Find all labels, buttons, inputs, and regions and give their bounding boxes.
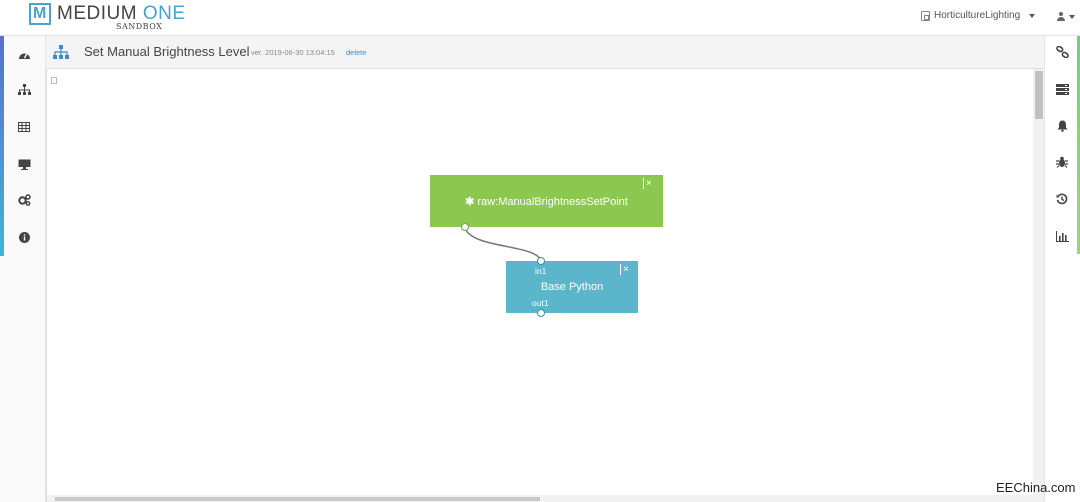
node-label: raw:ManualBrightnessSetPoint xyxy=(477,196,628,208)
logo[interactable]: M MEDIUM ONE SANDBOX xyxy=(29,3,185,31)
sidebar-item-config[interactable] xyxy=(12,188,36,212)
output-port[interactable] xyxy=(461,223,469,231)
logo-word-medium: MEDIUM xyxy=(57,3,138,24)
server-icon xyxy=(1055,83,1069,95)
input-port-label: in1 xyxy=(535,266,547,276)
asterisk-icon: ✱ xyxy=(465,196,475,208)
node-base-python[interactable]: in1 × Base Python out1 xyxy=(506,257,638,317)
node-raw-stream[interactable]: × ✱ raw:ManualBrightnessSetPoint xyxy=(430,175,663,231)
user-menu[interactable] xyxy=(1057,12,1075,21)
sidebar-item-workflows[interactable] xyxy=(12,78,36,102)
desktop-icon xyxy=(18,159,30,170)
bar-chart-icon xyxy=(1055,230,1069,242)
tachometer-icon xyxy=(18,52,30,59)
sidebar-accent xyxy=(0,36,4,256)
sidebar-item-data-viewer[interactable] xyxy=(12,115,36,139)
output-port-label: out1 xyxy=(532,298,549,308)
chevron-down-icon xyxy=(1069,14,1075,19)
node-label: Base Python xyxy=(540,281,604,293)
sidebar-item-alerts[interactable] xyxy=(1050,114,1074,138)
user-icon xyxy=(1057,12,1065,21)
bug-icon xyxy=(1056,156,1068,168)
project-selector[interactable]: HorticultureLighting xyxy=(921,10,1036,21)
briefcase-icon xyxy=(921,10,930,21)
horizontal-scrollbar[interactable] xyxy=(47,495,1033,502)
sidebar-item-info[interactable] xyxy=(12,225,36,249)
bell-icon xyxy=(1057,120,1067,132)
sidebar-item-dashboard[interactable] xyxy=(12,42,36,66)
table-icon xyxy=(18,122,30,132)
scrollbar-thumb[interactable] xyxy=(1035,71,1043,119)
node-connection[interactable] xyxy=(464,227,542,262)
workflow-canvas[interactable]: × ✱ raw:ManualBrightnessSetPoint in1 × B… xyxy=(46,69,1045,502)
node-close-button[interactable]: × xyxy=(620,264,629,275)
output-port[interactable] xyxy=(537,309,545,317)
scrollbar-thumb[interactable] xyxy=(55,497,540,501)
link-icon xyxy=(1055,46,1069,58)
workflow-title[interactable]: Set Manual Brightness Level xyxy=(84,44,249,59)
logo-mark: M xyxy=(29,3,51,25)
project-name: HorticultureLighting xyxy=(934,10,1021,21)
sidebar-item-history[interactable] xyxy=(1050,187,1074,211)
workflow-titlebar: Set Manual Brightness Level ver. 2019-06… xyxy=(46,36,1044,69)
info-circle-icon xyxy=(18,231,30,243)
sitemap-icon xyxy=(53,45,69,59)
sidebar-item-debug[interactable] xyxy=(1050,150,1074,174)
sidebar-item-stats[interactable] xyxy=(1050,224,1074,248)
sidebar-item-library[interactable] xyxy=(1050,77,1074,101)
input-port[interactable] xyxy=(537,257,545,265)
logo-word-one: ONE xyxy=(142,3,186,24)
node-close-button[interactable]: × xyxy=(643,178,652,189)
right-sidebar xyxy=(1044,36,1080,502)
watermark: EEChina.com xyxy=(996,480,1076,495)
top-header: M MEDIUM ONE SANDBOX HorticultureLightin… xyxy=(0,0,1080,36)
left-sidebar xyxy=(0,36,46,502)
sidebar-item-link[interactable] xyxy=(1050,40,1074,64)
history-icon xyxy=(1056,193,1068,205)
sitemap-icon xyxy=(17,84,31,95)
cogs-icon xyxy=(17,194,31,206)
delete-link[interactable]: delete xyxy=(346,48,366,57)
sidebar-item-devices[interactable] xyxy=(12,152,36,176)
workflow-version: ver. 2019-06-30 13:04:15 xyxy=(251,48,335,57)
logo-subtitle: SANDBOX xyxy=(116,22,163,31)
chevron-down-icon xyxy=(1029,13,1036,18)
